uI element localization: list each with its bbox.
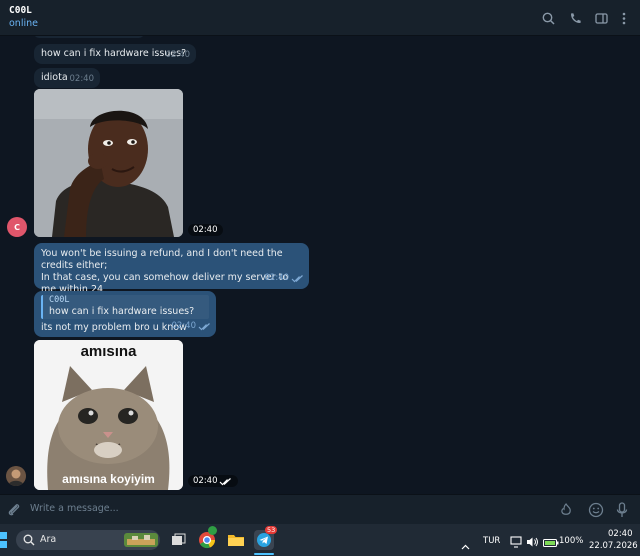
message-bubble-in[interactable]: idiota 02:40: [34, 68, 100, 88]
chrome-icon[interactable]: [197, 526, 217, 550]
message-text: idiota: [41, 72, 68, 83]
more-options-icon[interactable]: [616, 10, 632, 26]
read-ticks-icon: [291, 275, 303, 283]
windows-taskbar: Ara 53 TUR 100% 02:40 22.07.2026: [0, 524, 640, 556]
windows-start-icon[interactable]: [0, 532, 8, 552]
microphone-icon[interactable]: [616, 502, 632, 518]
search-highlight-icon: [124, 533, 158, 547]
unread-badge: 53: [265, 526, 278, 534]
volume-icon[interactable]: [526, 533, 539, 552]
message-time: 02:40: [171, 321, 197, 331]
message-line: You won't be issuing a refund, and I don…: [41, 248, 283, 271]
composer-bar: Write a message...: [0, 494, 640, 524]
attach-icon[interactable]: [6, 502, 22, 518]
message-input[interactable]: Write a message...: [30, 503, 119, 514]
battery-icon[interactable]: [543, 533, 559, 552]
message-text: how can i fix hardware issues?: [41, 48, 187, 59]
reply-author: C00L: [49, 295, 70, 305]
task-view-icon[interactable]: [168, 530, 188, 550]
message-bubble-in[interactable]: how can i fix hardware issues? 02:40: [34, 44, 196, 64]
photo-message[interactable]: amısına amısına koyiyim: [34, 340, 183, 490]
chat-status: online: [9, 18, 38, 29]
clock-time[interactable]: 02:40: [608, 529, 633, 539]
tray-overflow-icon[interactable]: [461, 535, 470, 554]
search-icon: [23, 534, 35, 546]
read-ticks-icon: [219, 478, 231, 486]
phone-icon[interactable]: [567, 10, 583, 26]
telegram-taskbar-icon[interactable]: 53: [254, 526, 278, 550]
message-time: 02:40: [165, 50, 191, 60]
meme-caption-bottom: amısına koyiyim: [62, 472, 155, 486]
cat-image: [34, 340, 183, 490]
chat-title[interactable]: C00L: [9, 5, 32, 16]
file-explorer-icon[interactable]: [226, 530, 246, 550]
chat-header: C00L online: [0, 0, 640, 36]
sidebar-toggle-icon[interactable]: [593, 10, 609, 26]
message-time: 02:40: [264, 273, 290, 283]
meme-caption-top: amısına: [80, 343, 137, 360]
search-label: Ara: [40, 534, 57, 545]
message-list[interactable]: how can i fix hardware issues? 02:40 idi…: [0, 36, 640, 494]
language-indicator[interactable]: TUR: [483, 536, 500, 546]
search-icon[interactable]: [540, 10, 556, 26]
chrome-profile-badge: [208, 526, 217, 535]
avatar[interactable]: C: [7, 217, 27, 237]
photo-message[interactable]: [34, 89, 183, 237]
message-bubble-partial: [34, 36, 144, 38]
avatar[interactable]: [6, 466, 26, 486]
clock-date[interactable]: 22.07.2026: [589, 541, 638, 551]
taskbar-search[interactable]: Ara: [16, 530, 160, 550]
battery-percent: 100%: [559, 536, 584, 546]
message-bubble-out[interactable]: You won't be issuing a refund, and I don…: [34, 243, 309, 307]
reply-text: how can i fix hardware issues?: [49, 306, 195, 317]
meme-image: [34, 89, 183, 237]
emoji-icon[interactable]: [588, 502, 604, 518]
message-time: 02:40: [69, 74, 95, 84]
read-ticks-icon: [198, 323, 210, 331]
active-app-indicator: [254, 553, 274, 555]
reply-quote[interactable]: C00L how can i fix hardware issues?: [41, 295, 209, 319]
message-bubble-out[interactable]: C00L how can i fix hardware issues? its …: [34, 291, 216, 337]
message-time: 02:40: [188, 224, 223, 236]
bot-commands-icon[interactable]: [558, 502, 574, 518]
network-icon[interactable]: [510, 533, 522, 552]
